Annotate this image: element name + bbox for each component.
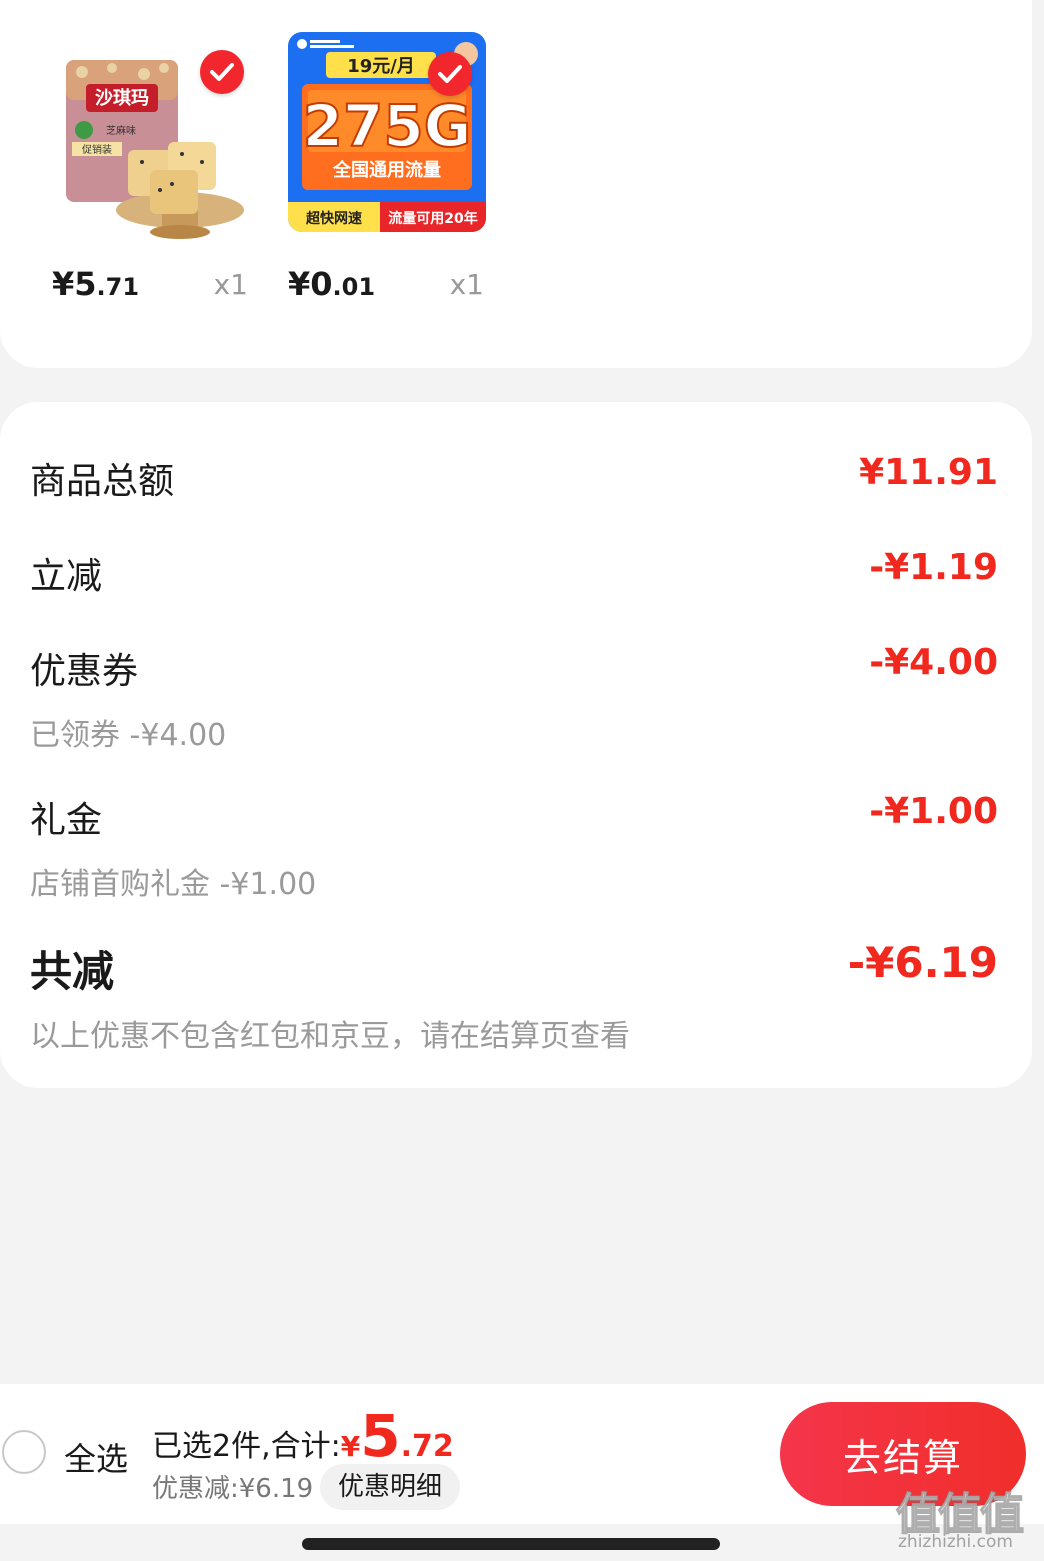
product-quantity: x1 (213, 268, 248, 301)
discount-note: 以上优惠不包含红包和京豆，请在结算页查看 (30, 1019, 630, 1054)
home-indicator[interactable] (302, 1538, 720, 1550)
gift-detail: 店铺首购礼金 -¥1.00 (30, 867, 317, 902)
coupon-value: -¥4.00 (869, 642, 998, 683)
coupon-detail: 已领券 -¥4.00 (30, 718, 227, 753)
select-all-label[interactable]: 全选 (64, 1434, 128, 1480)
product-item[interactable]: 沙琪玛 芝麻味 促销装 (52, 50, 252, 250)
total-integer: 5 (360, 1402, 401, 1470)
package-brand-text: 沙琪玛 (95, 87, 149, 109)
gift-value: -¥1.00 (869, 791, 998, 832)
selected-total: 已选2件,合计:¥5.72 (152, 1402, 454, 1470)
selected-products-card: 沙琪玛 芝麻味 促销装 19元/月 275G 全国通用流量 超快网速 流量可用2… (0, 0, 1032, 368)
discount-amount: 优惠减:¥6.19 (152, 1474, 314, 1504)
gift-row: 礼金 -¥1.00 店铺首购礼金 -¥1.00 (30, 791, 998, 903)
total-decimal: .72 (400, 1429, 454, 1464)
watermark-url: zhizhizhi.com (898, 1532, 1013, 1552)
instant-cut-label: 立减 (30, 556, 103, 597)
product-price: ¥5.71 (52, 265, 140, 303)
discount-detail-button[interactable]: 优惠明细 (320, 1464, 461, 1510)
selected-check-icon[interactable] (428, 52, 472, 96)
product-price-row: ¥0.01 x1 (288, 263, 488, 303)
product-image[interactable]: 沙琪玛 芝麻味 促销装 (52, 50, 250, 250)
package-promo-text: 促销装 (82, 143, 112, 156)
plan-main-text: 275G (303, 92, 472, 160)
product-image[interactable]: 19元/月 275G 全国通用流量 超快网速 流量可用20年 (288, 32, 486, 232)
total-currency: ¥ (340, 1430, 361, 1463)
product-quantity: x1 (449, 268, 484, 301)
plan-left-tag: 超快网速 (305, 210, 362, 227)
coupon-label: 优惠券 (30, 651, 139, 692)
coupon-row: 优惠券 -¥4.00 已领券 -¥4.00 (30, 642, 998, 754)
product-price-row: ¥5.71 x1 (52, 263, 252, 303)
goods-total-value: ¥11.91 (859, 452, 998, 493)
product-price: ¥0.01 (288, 265, 376, 303)
checkout-bar: 全选 已选2件,合计:¥5.72 优惠减:¥6.19 优惠明细 去结算 (0, 1384, 1044, 1524)
selected-check-icon[interactable] (200, 50, 244, 94)
plan-sub-text: 全国通用流量 (332, 159, 441, 181)
product-item[interactable]: 19元/月 275G 全国通用流量 超快网速 流量可用20年 (288, 32, 488, 232)
checkout-button[interactable]: 去结算 (780, 1402, 1026, 1506)
cart-page: 沙琪玛 芝麻味 促销装 19元/月 275G 全国通用流量 超快网速 流量可用2… (0, 0, 1044, 1561)
plan-top-text: 19元/月 (347, 56, 415, 77)
price-summary-card: 商品总额 ¥11.91 立减 -¥1.19 优惠券 -¥4.00 已领券 -¥4… (0, 402, 1032, 1088)
instant-cut-value: -¥1.19 (869, 547, 998, 588)
selected-count-text: 已选2件,合计: (152, 1429, 341, 1464)
total-cut-value: -¥6.19 (847, 938, 998, 987)
total-cut-row: 共减 -¥6.19 以上优惠不包含红包和京豆，请在结算页查看 (30, 938, 998, 1055)
goods-total-row: 商品总额 ¥11.91 (30, 452, 998, 504)
instant-cut-row: 立减 -¥1.19 (30, 547, 998, 599)
plan-right-tag: 流量可用20年 (388, 210, 477, 227)
gift-label: 礼金 (30, 800, 103, 841)
package-flavor-text: 芝麻味 (106, 124, 136, 137)
select-all-radio[interactable] (2, 1430, 46, 1474)
goods-total-label: 商品总额 (30, 461, 175, 502)
